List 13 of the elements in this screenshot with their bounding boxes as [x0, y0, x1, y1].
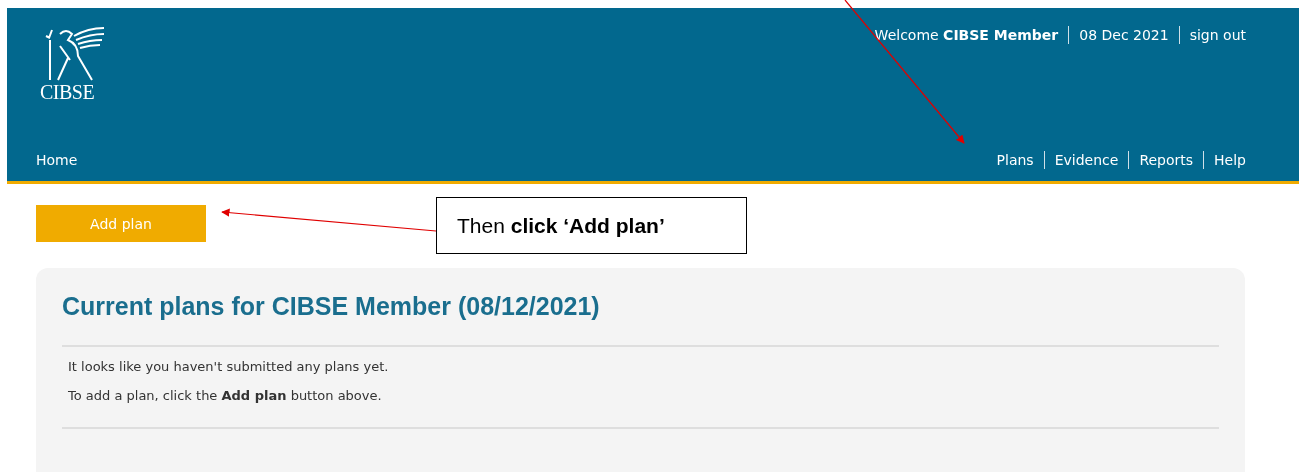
callout-box: Then click ‘Add plan’ — [436, 197, 747, 254]
home-link[interactable]: Home — [36, 151, 116, 169]
message-text: It looks like you haven't submitted any plans yet. — [68, 359, 390, 374]
welcome-text: Welcome CIBSE Member — [874, 26, 1059, 44]
nav-link[interactable]: Plans — [996, 151, 1034, 169]
nav-link[interactable]: Help — [1214, 151, 1246, 169]
logo-text: CIBSE — [40, 82, 95, 102]
nav-link[interactable]: Evidence — [1054, 151, 1119, 169]
message-text: To add a plan, click the Add plan button above. — [68, 388, 383, 403]
nav-link[interactable]: Reports — [1139, 151, 1194, 169]
sign-out-link[interactable]: sign out — [1189, 26, 1246, 44]
date-text: 08 Dec 2021 — [1079, 26, 1169, 44]
panel-title: Current plans for CIBSE Member (08/12/2021) — [62, 292, 601, 321]
